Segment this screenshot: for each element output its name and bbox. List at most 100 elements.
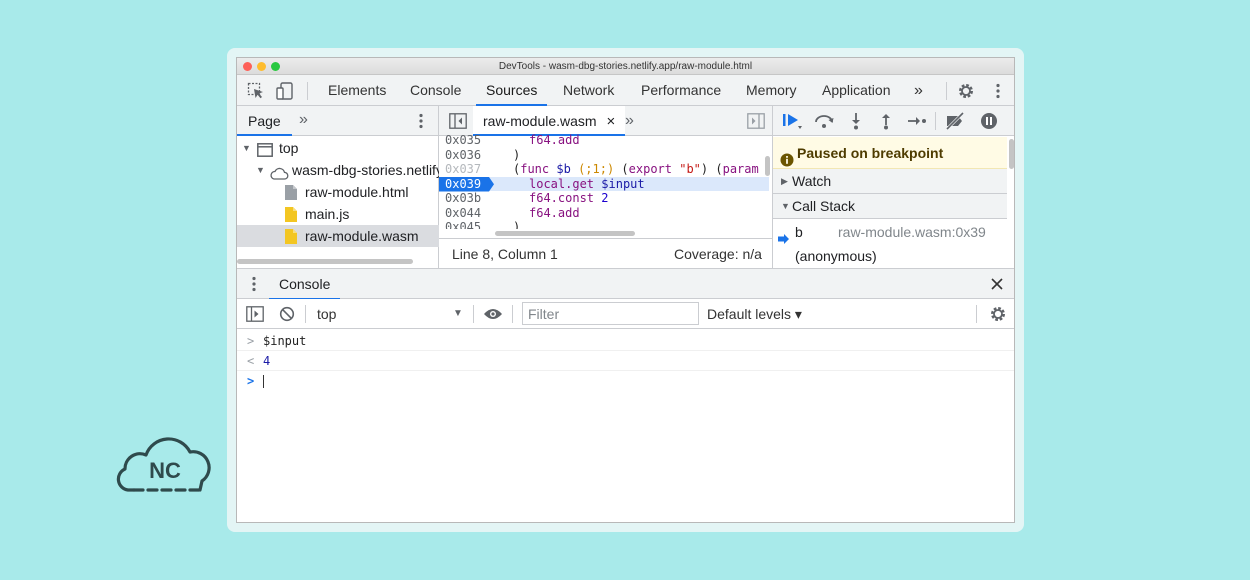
kebab-menu-icon[interactable] [988,81,1008,101]
toolbar-divider [946,82,947,100]
code-line[interactable]: 0x03b f64.const 2 [439,191,769,206]
console-settings-gear-icon[interactable] [988,304,1008,327]
deactivate-breakpoints-icon[interactable] [944,111,966,131]
code-text: ) [513,220,521,229]
drawer-tab-console[interactable]: Console [269,269,341,300]
coverage-status[interactable]: Coverage: n/a [674,239,762,269]
code-line[interactable]: 0x037 (func $b (;1;) (export "b") (param [439,162,769,177]
logo-text: NC [149,458,181,483]
tree-item-label: wasm-dbg-stories.netlify.app [292,162,439,178]
close-drawer-icon[interactable] [989,276,1005,295]
maximize-window-button[interactable] [271,62,280,71]
navigator-horizontal-scrollbar[interactable] [237,259,413,264]
result-prompt-icon: < [247,354,255,368]
line-address: 0x045 [445,220,482,229]
tree-item-label: raw-module.wasm [305,228,419,244]
tab-performance[interactable]: Performance [631,75,731,106]
watch-section-header[interactable]: ▶ Watch [773,169,1007,194]
log-levels-dropdown[interactable]: Default levels ▾ [707,299,802,329]
live-expression-eye-icon[interactable] [483,307,503,324]
tree-item-label: main.js [305,206,350,222]
editor-file-tab[interactable]: raw-module.wasm × [473,106,626,136]
toggle-navigator-icon[interactable] [449,113,467,132]
code-text: f64.add [529,133,580,147]
tree-item-main-js[interactable]: main.js [237,203,439,225]
paused-message: Paused on breakpoint [797,145,944,161]
editor-status-bar: Line 8, Column 1 Coverage: n/a [439,238,772,268]
call-stack-section-header[interactable]: ▼ Call Stack [773,194,1007,219]
close-window-button[interactable] [243,62,252,71]
js-file-icon [284,206,298,225]
console-input-message[interactable]: > $input [237,331,1014,351]
editor-file-tab-label: raw-module.wasm [483,113,597,129]
context-dropdown-icon[interactable]: ▼ [453,299,463,329]
tab-page[interactable]: Page [237,106,292,136]
expand-triangle-icon: ▼ [256,165,265,175]
navigator-menu-icon[interactable] [413,111,429,134]
resume-button[interactable] [781,111,803,131]
step-into-icon[interactable] [845,111,867,131]
line-address: 0x036 [445,147,482,162]
toggle-debugger-icon[interactable] [747,113,765,132]
console-text-cursor [263,371,264,391]
cloud-icon [269,164,289,181]
tree-item-raw-module-wasm[interactable]: raw-module.wasm [237,225,439,247]
source-editor: raw-module.wasm × » 0x035 f64.add 0x036 … [439,106,772,268]
call-frame-name: (anonymous) [795,248,877,264]
toggle-sidebar-icon[interactable] [246,306,264,325]
code-text: f64.const 2 [529,191,609,205]
debugger-toolbar [773,106,1014,136]
editor-more-tabs-chevron-icon[interactable]: » [625,106,634,136]
tab-elements[interactable]: Elements [318,75,396,106]
code-line[interactable]: 0x045 ) [439,220,769,229]
call-frame-row[interactable]: b raw-module.wasm:0x39 [773,220,1007,244]
input-prompt-icon: > [247,334,255,348]
drawer-menu-icon[interactable] [248,274,260,297]
frame-icon [257,141,273,159]
code-text: (func $b (;1;) (export "b") (param [513,162,759,176]
inspect-element-icon[interactable] [246,81,266,101]
step-over-icon[interactable] [813,111,835,131]
tab-sources[interactable]: Sources [476,75,548,106]
more-tabs-chevron-icon[interactable]: » [904,75,933,106]
line-address: 0x039 [445,176,482,191]
drawer-tab-bar: Console [237,268,1014,300]
expand-triangle-icon: ▼ [242,143,251,153]
toolbar-divider [976,305,977,323]
editor-vertical-scrollbar[interactable] [765,156,770,176]
tab-network[interactable]: Network [553,75,624,106]
close-tab-icon[interactable]: × [606,113,615,130]
minimize-window-button[interactable] [257,62,266,71]
step-out-icon[interactable] [875,111,897,131]
settings-gear-icon[interactable] [956,81,976,101]
file-navigator: Page » ▼ top ▼ wasm-dbg-stories.netlify.… [237,106,439,268]
paused-banner: Paused on breakpoint [773,137,1007,169]
tree-item-top[interactable]: ▼ top [237,137,439,159]
code-line[interactable]: 0x035 f64.add [439,133,769,148]
debugger-vertical-scrollbar[interactable] [1009,139,1014,169]
editor-horizontal-scrollbar[interactable] [495,231,635,236]
navigator-more-chevron-icon[interactable]: » [299,106,308,134]
code-line[interactable]: 0x036 ) [439,148,769,163]
tree-item-raw-module-html[interactable]: raw-module.html [237,181,439,203]
tab-application[interactable]: Application [812,75,901,106]
device-toolbar-icon[interactable] [275,81,295,101]
paused-code-line[interactable]: 0x039 local.get $input [439,176,769,191]
tree-item-domain[interactable]: ▼ wasm-dbg-stories.netlify.app [237,159,439,181]
toolbar-divider [307,82,308,100]
expand-triangle-icon: ▼ [781,201,790,211]
pause-on-exceptions-icon[interactable] [978,111,1000,131]
console-prompt-line[interactable]: > [237,371,1014,391]
tab-console[interactable]: Console [400,75,471,106]
clear-console-icon[interactable] [279,306,295,325]
code-line[interactable]: 0x044 f64.add [439,206,769,221]
context-selector-value[interactable]: top [317,299,336,329]
file-icon [284,184,298,203]
call-frame-row[interactable]: (anonymous) [773,244,1007,268]
tab-memory[interactable]: Memory [736,75,807,106]
wasm-file-icon [284,228,298,247]
console-result-message[interactable]: < 4 [237,351,1014,371]
step-icon[interactable] [906,111,928,131]
filter-input[interactable] [522,302,699,325]
call-frame-name: b [795,224,803,240]
